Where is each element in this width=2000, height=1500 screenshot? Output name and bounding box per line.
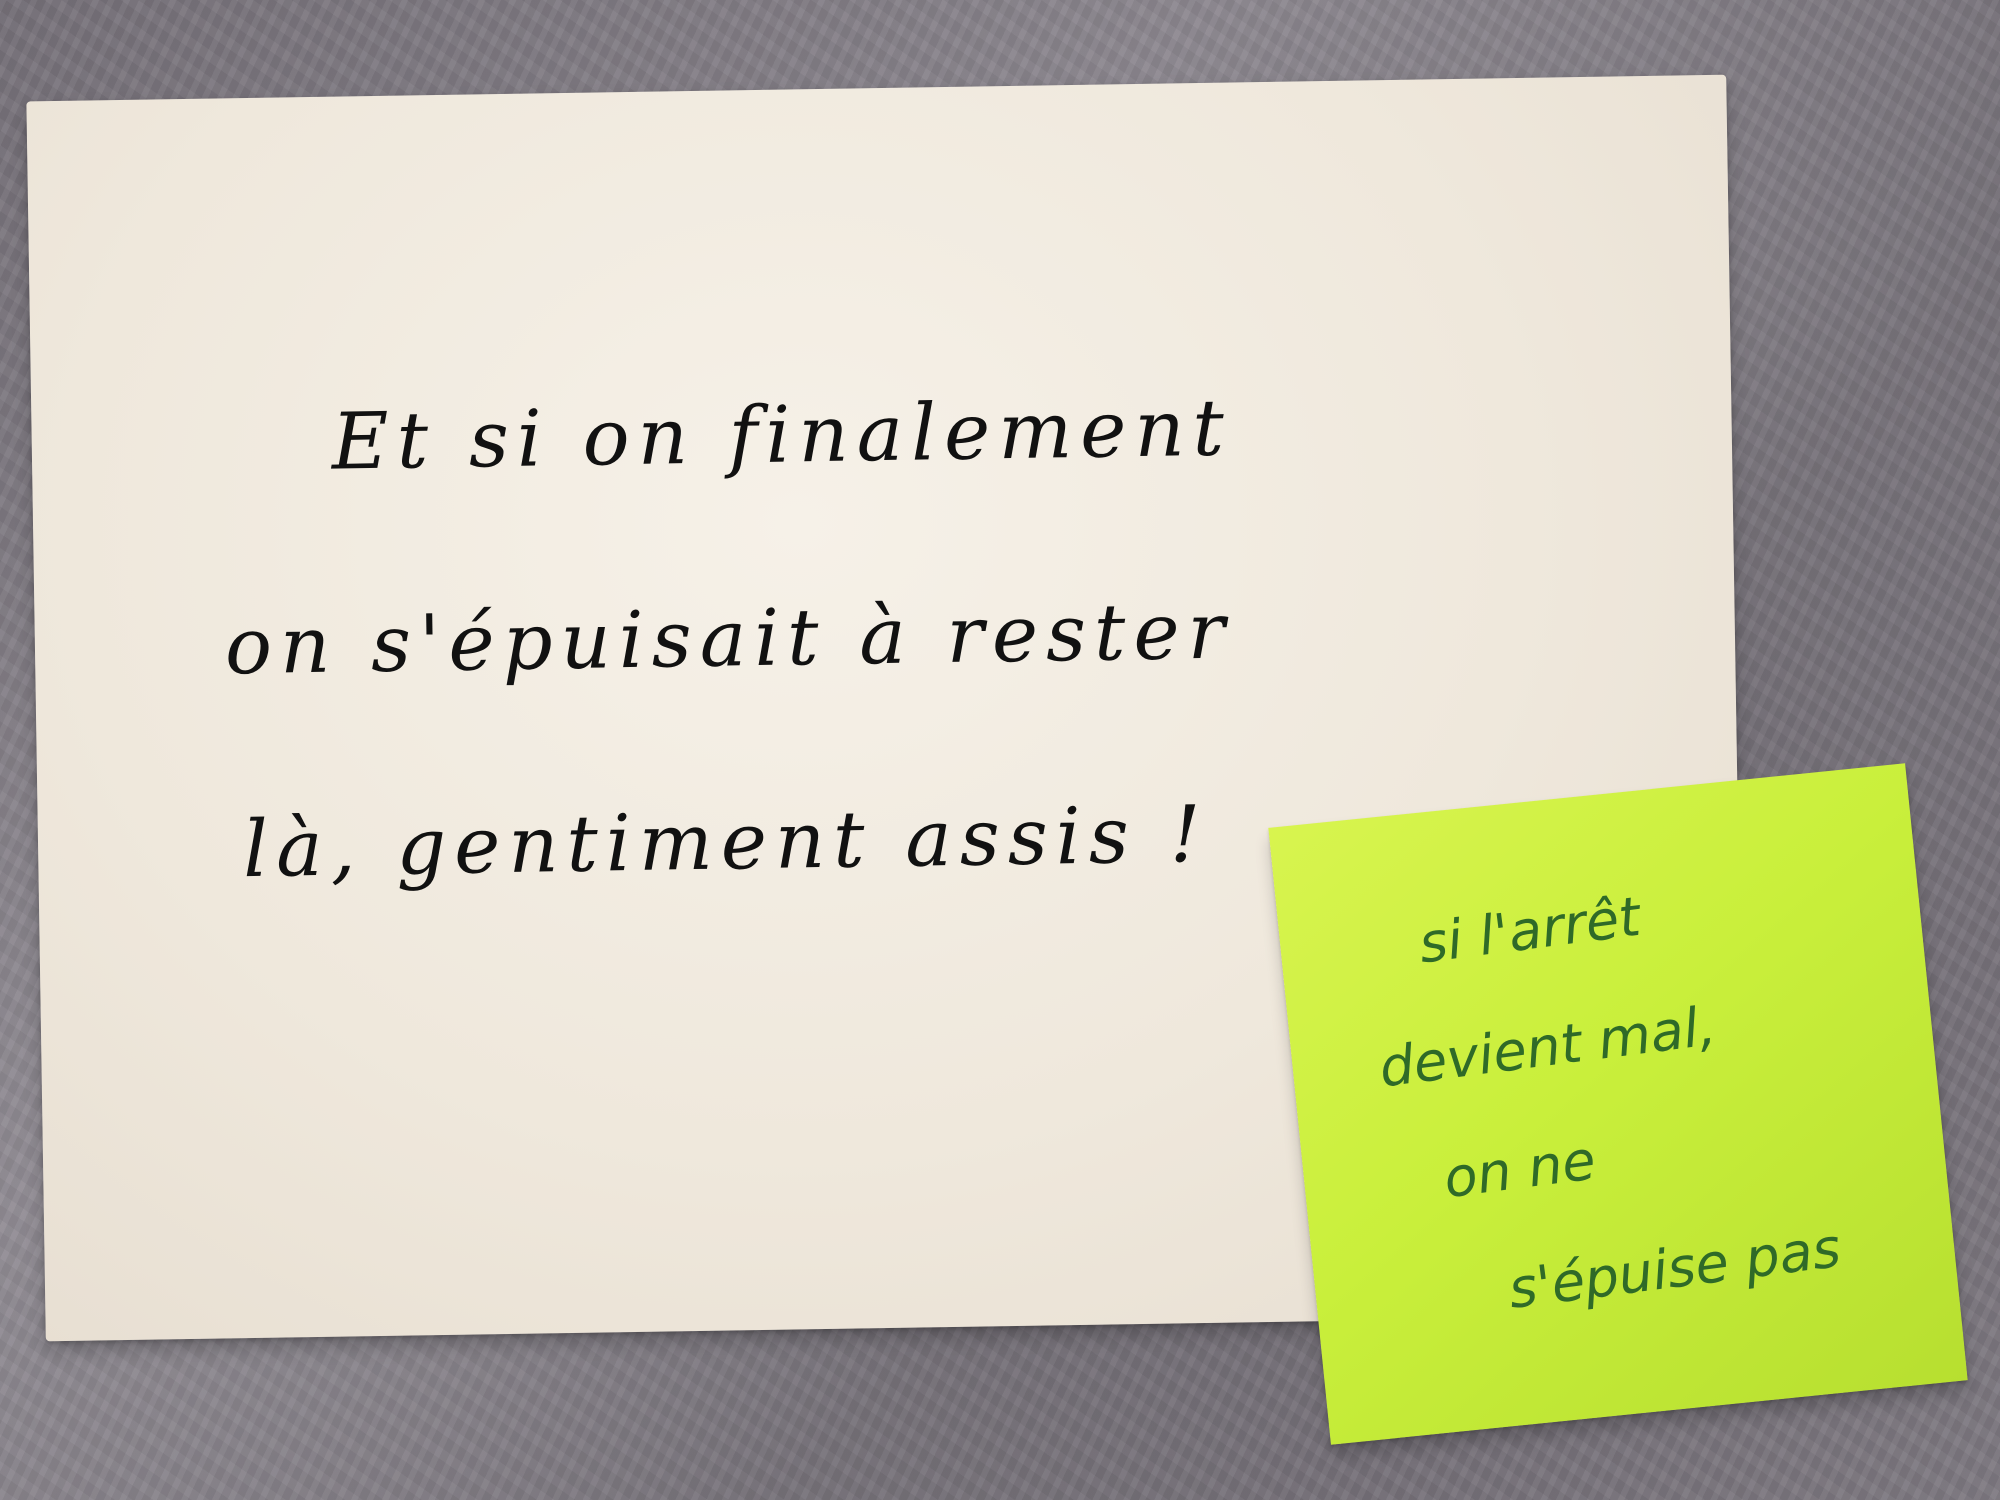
sticky-handwriting: si l'arrêt devient mal, on ne s'épuise p… xyxy=(1357,832,1893,1361)
sticky-note: si l'arrêt devient mal, on ne s'épuise p… xyxy=(1268,763,1968,1445)
card-line-2: on s'épuisait à rester xyxy=(224,586,1234,693)
photo-scene: Et si on finalement on s'épuisait à rest… xyxy=(0,0,2000,1500)
card-line-1: Et si on finalement xyxy=(331,383,1233,488)
card-handwriting: Et si on finalement on s'épuisait à rest… xyxy=(220,324,1479,904)
